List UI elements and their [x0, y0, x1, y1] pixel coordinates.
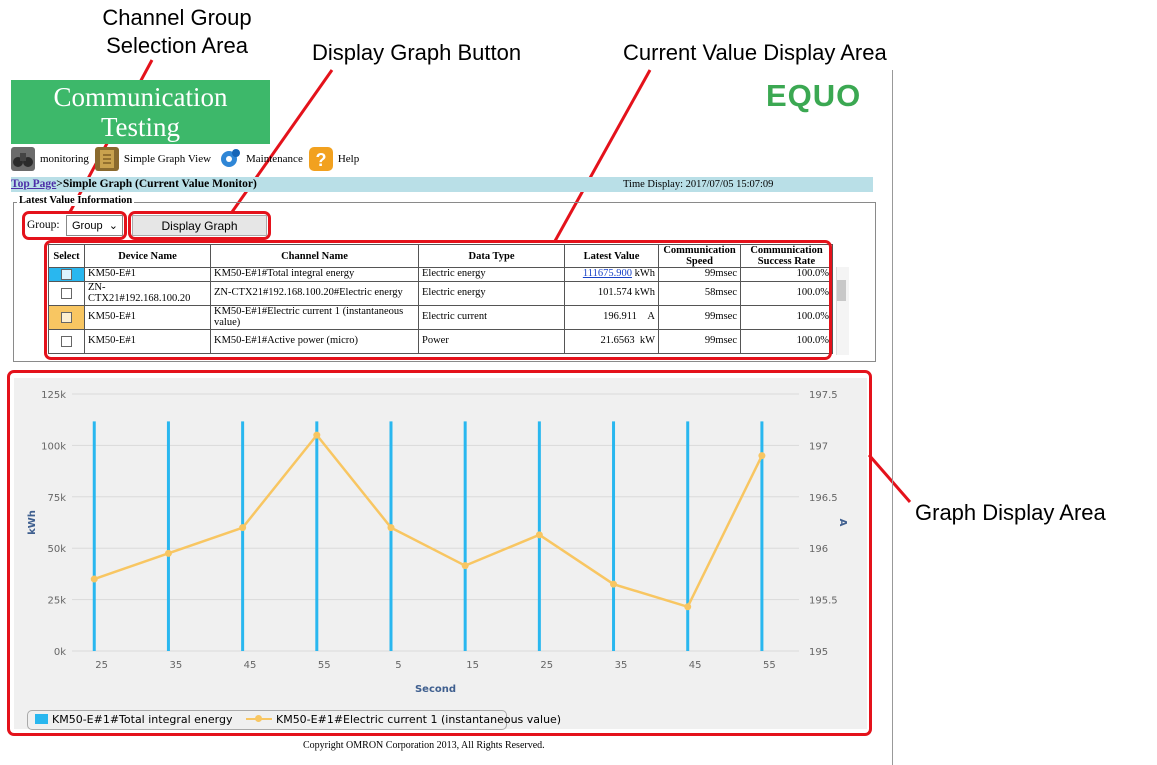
- nav-maintenance[interactable]: Maintenance: [246, 153, 303, 165]
- time-display: Time Display: 2017/07/05 15:07:09: [623, 179, 774, 190]
- page-title: Simple Graph (Current Value Monitor): [62, 178, 257, 190]
- highlight-display-graph: [128, 211, 271, 240]
- highlight-graph-display: [7, 370, 872, 736]
- table-scrollbar-thumb[interactable]: [837, 280, 846, 301]
- svg-text:?: ?: [315, 150, 326, 170]
- binoculars-icon[interactable]: [11, 147, 35, 171]
- breadcrumb-top-page[interactable]: Top Page: [11, 178, 56, 190]
- graph-book-icon[interactable]: [94, 147, 119, 171]
- gear-icon[interactable]: [217, 147, 242, 171]
- brand-logo: EQUO: [766, 78, 862, 113]
- highlight-channel-group: [22, 211, 127, 240]
- nav-monitoring[interactable]: monitoring: [40, 153, 89, 165]
- app-title-line2: Testing: [100, 112, 181, 142]
- callout-line-graph: [867, 454, 912, 503]
- latest-value-legend: Latest Value Information: [17, 195, 135, 206]
- copyright: Copyright OMRON Corporation 2013, All Ri…: [303, 740, 545, 751]
- nav-simple-graph[interactable]: Simple Graph View: [124, 153, 211, 165]
- app-title-line1: Communication: [53, 82, 228, 112]
- app-title: Communication Testing: [11, 82, 270, 142]
- help-icon[interactable]: ?: [308, 147, 333, 171]
- breadcrumb: Top Page>Simple Graph (Current Value Mon…: [11, 177, 873, 192]
- nav-help[interactable]: Help: [338, 153, 359, 165]
- nav-bar: monitoring Simple Graph View Maintenance…: [11, 146, 365, 172]
- highlight-current-value: [44, 240, 832, 360]
- page-divider: [892, 70, 893, 765]
